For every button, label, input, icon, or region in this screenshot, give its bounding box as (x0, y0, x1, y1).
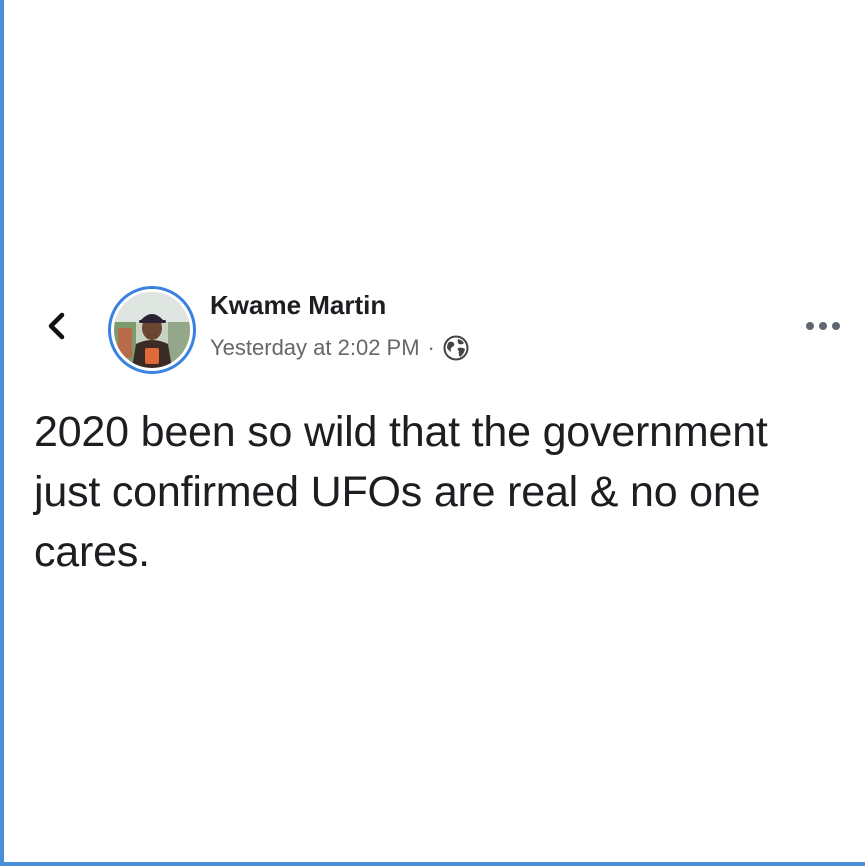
post-text: 2020 been so wild that the government ju… (34, 408, 768, 576)
post-container: Kwame Martin Yesterday at 2:02 PM · 2020… (0, 0, 865, 866)
chevron-left-icon (48, 312, 65, 340)
post-timestamp[interactable]: Yesterday at 2:02 PM (210, 335, 420, 361)
avatar[interactable] (108, 286, 196, 374)
post-meta: Yesterday at 2:02 PM · (210, 332, 469, 364)
author-name[interactable]: Kwame Martin (210, 290, 386, 321)
back-button[interactable] (40, 306, 74, 346)
meta-separator: · (427, 335, 435, 360)
more-options-icon (806, 322, 840, 330)
more-options-button[interactable] (800, 312, 846, 340)
globe-icon[interactable] (443, 335, 469, 361)
avatar-photo (114, 292, 190, 368)
